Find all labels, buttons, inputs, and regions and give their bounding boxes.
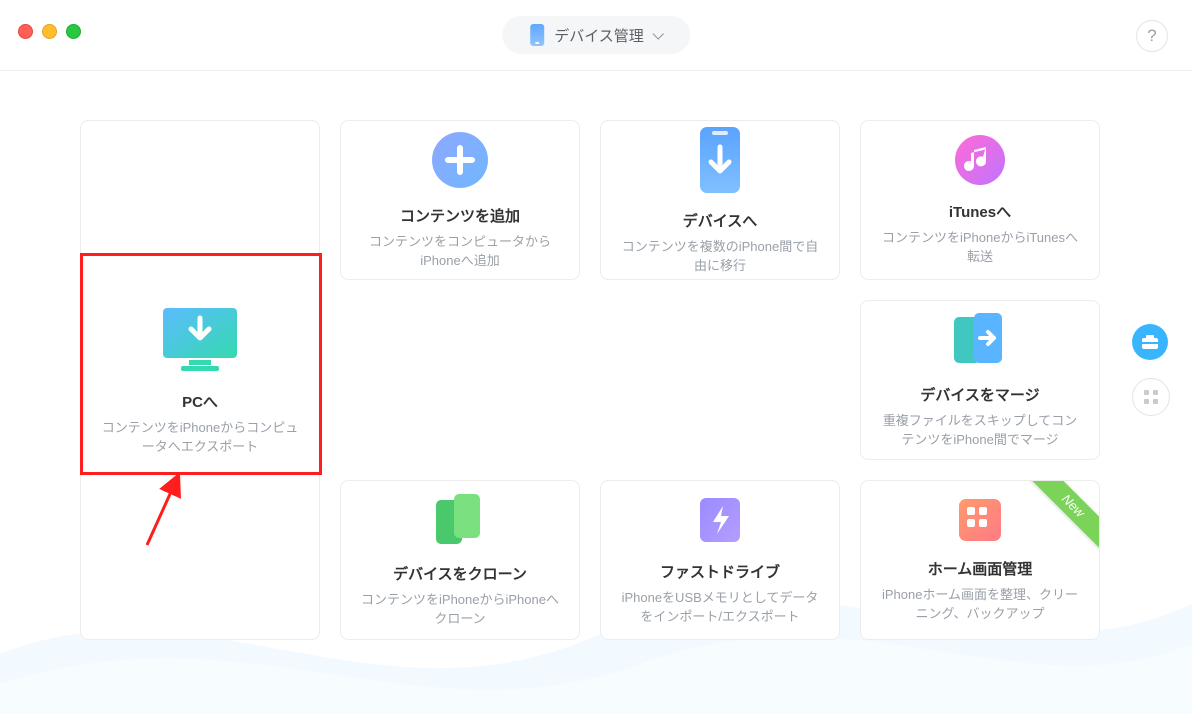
minimize-window-button[interactable] xyxy=(42,24,57,39)
card-to-itunes[interactable]: iTunesへ コンテンツをiPhoneからiTunesへ転送 xyxy=(860,120,1100,280)
card-title: ファストドライブ xyxy=(660,561,780,582)
card-to-device[interactable]: デバイスへ コンテンツを複数のiPhone間で自由に移行 xyxy=(600,120,840,280)
fast-drive-icon xyxy=(696,494,744,551)
merge-phones-icon xyxy=(950,311,1010,374)
plus-circle-icon xyxy=(430,130,490,195)
titlebar: デバイス管理 ? xyxy=(0,0,1192,71)
card-home-screen[interactable]: New ホーム画面管理 iPhoneホーム画面を整理、クリーニング、バックアップ xyxy=(860,480,1100,640)
card-desc: iPhoneをUSBメモリとしてデータをインポート/エクスポート xyxy=(619,588,821,627)
monitor-download-icon xyxy=(159,304,241,381)
fullscreen-window-button[interactable] xyxy=(66,24,81,39)
card-clone-device[interactable]: デバイスをクローン コンテンツをiPhoneからiPhoneへクローン xyxy=(340,480,580,640)
new-badge: New xyxy=(1029,481,1099,551)
mode-label: デバイス管理 xyxy=(554,25,644,46)
device-icon xyxy=(530,24,544,46)
card-desc: 重複ファイルをスキップしてコンテンツをiPhone間でマージ xyxy=(879,411,1081,450)
card-title: デバイスへ xyxy=(683,210,758,231)
dock-toolbox-button[interactable] xyxy=(1132,324,1168,360)
card-title: ホーム画面管理 xyxy=(928,558,1033,579)
action-grid: PCへ コンテンツをiPhoneからコンピュータへエクスポート コンテンツを追加… xyxy=(80,120,1100,640)
card-title: デバイスをクローン xyxy=(393,563,527,584)
card-desc: コンテンツをコンピュータからiPhoneへ追加 xyxy=(359,232,561,271)
card-title: PCへ xyxy=(182,391,218,412)
close-window-button[interactable] xyxy=(18,24,33,39)
view-dock xyxy=(1132,324,1170,416)
card-merge-device[interactable]: デバイスをマージ 重複ファイルをスキップしてコンテンツをiPhone間でマージ xyxy=(860,300,1100,460)
itunes-icon xyxy=(954,134,1006,191)
phone-download-icon xyxy=(698,125,742,200)
card-desc: iPhoneホーム画面を整理、クリーニング、バックアップ xyxy=(879,585,1081,624)
window-controls xyxy=(18,24,81,39)
chevron-down-icon xyxy=(652,28,663,39)
card-desc: コンテンツをiPhoneからコンピュータへエクスポート xyxy=(99,418,301,457)
card-fast-drive[interactable]: ファストドライブ iPhoneをUSBメモリとしてデータをインポート/エクスポー… xyxy=(600,480,840,640)
dock-grid-button[interactable] xyxy=(1132,378,1170,416)
card-desc: コンテンツをiPhoneからiPhoneへクローン xyxy=(359,590,561,629)
card-title: デバイスをマージ xyxy=(920,384,1039,405)
card-desc: コンテンツをiPhoneからiTunesへ転送 xyxy=(879,228,1081,267)
card-title: コンテンツを追加 xyxy=(400,205,520,226)
home-grid-icon xyxy=(957,497,1003,548)
card-desc: コンテンツを複数のiPhone間で自由に移行 xyxy=(619,237,821,276)
help-button[interactable]: ? xyxy=(1136,20,1168,52)
card-add-content[interactable]: コンテンツを追加 コンテンツをコンピュータからiPhoneへ追加 xyxy=(340,120,580,280)
card-to-pc[interactable]: PCへ コンテンツをiPhoneからコンピュータへエクスポート xyxy=(80,120,320,640)
card-title: iTunesへ xyxy=(949,201,1011,222)
clone-phones-icon xyxy=(434,492,486,553)
mode-selector[interactable]: デバイス管理 xyxy=(502,16,690,54)
